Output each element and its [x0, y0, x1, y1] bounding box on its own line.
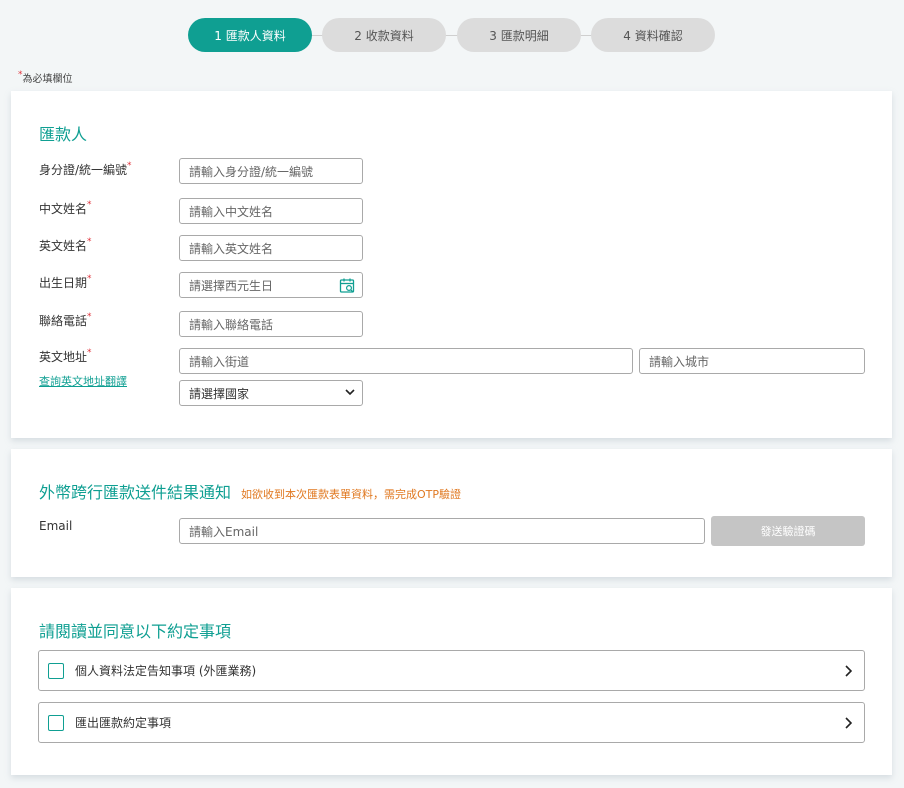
otp-hint: 如欲收到本次匯款表單資料，需完成OTP驗證: [241, 488, 462, 501]
birth-date-label: 出生日期*: [39, 274, 92, 290]
required-field-note: *為必填欄位: [18, 70, 73, 85]
street-input[interactable]: 請輸入街道: [179, 348, 633, 374]
agreement-item-privacy[interactable]: 個人資料法定告知事項 (外匯業務): [38, 650, 865, 691]
agreement-section-title: 請閱讀並同意以下約定事項: [39, 622, 232, 641]
english-name-label: 英文姓名*: [39, 237, 92, 253]
chevron-right-icon[interactable]: [844, 665, 852, 677]
remitter-card: 匯款人 身分證/統一編號* 請輸入身分證/統一編號 中文姓名* 請輸入中文姓名 …: [11, 91, 892, 438]
id-number-input[interactable]: 請輸入身分證/統一編號: [179, 158, 363, 184]
step-1-remitter-info[interactable]: 1 匯款人資料: [188, 18, 312, 52]
step-2-beneficiary-info[interactable]: 2 收款資料: [322, 18, 446, 52]
chevron-down-icon: [345, 389, 355, 396]
chinese-name-label: 中文姓名*: [39, 200, 92, 216]
id-label: 身分證/統一編號*: [39, 161, 132, 177]
agreement-item-label: 個人資料法定告知事項 (外匯業務): [75, 664, 257, 678]
city-input[interactable]: 請輸入城市: [639, 348, 865, 374]
chevron-right-icon[interactable]: [844, 717, 852, 729]
step-4-confirmation[interactable]: 4 資料確認: [591, 18, 715, 52]
outward-remittance-checkbox[interactable]: [48, 714, 64, 731]
email-label: Email: [39, 519, 73, 533]
email-input[interactable]: 請輸入Email: [179, 518, 705, 544]
address-label: 英文地址*: [39, 348, 92, 364]
notification-card: 外幣跨行匯款送件結果通知 如欲收到本次匯款表單資料，需完成OTP驗證 Email …: [11, 449, 892, 577]
english-name-input[interactable]: 請輸入英文姓名: [179, 235, 363, 261]
send-otp-button[interactable]: 發送驗證碼: [711, 516, 865, 546]
agreement-card: 請閱讀並同意以下約定事項 個人資料法定告知事項 (外匯業務) 匯出匯款約定事項: [11, 588, 892, 775]
birth-date-input[interactable]: 請選擇西元生日: [179, 272, 363, 298]
phone-input[interactable]: 請輸入聯絡電話: [179, 311, 363, 337]
privacy-checkbox[interactable]: [48, 662, 64, 679]
step-3-remittance-details[interactable]: 3 匯款明細: [457, 18, 581, 52]
agreement-item-outward-remittance[interactable]: 匯出匯款約定事項: [38, 702, 865, 743]
chinese-name-input[interactable]: 請輸入中文姓名: [179, 198, 363, 224]
phone-label: 聯絡電話*: [39, 312, 92, 328]
remitter-section-title: 匯款人: [39, 125, 88, 144]
agreement-item-label: 匯出匯款約定事項: [75, 716, 172, 730]
notification-section-title: 外幣跨行匯款送件結果通知 如欲收到本次匯款表單資料，需完成OTP驗證: [39, 483, 462, 502]
progress-stepper: 1 匯款人資料 2 收款資料 3 匯款明細 4 資料確認: [188, 18, 718, 54]
calendar-icon[interactable]: [339, 277, 356, 294]
address-translation-link[interactable]: 查詢英文地址翻譯: [39, 373, 127, 389]
country-select[interactable]: 請選擇國家: [179, 380, 363, 406]
